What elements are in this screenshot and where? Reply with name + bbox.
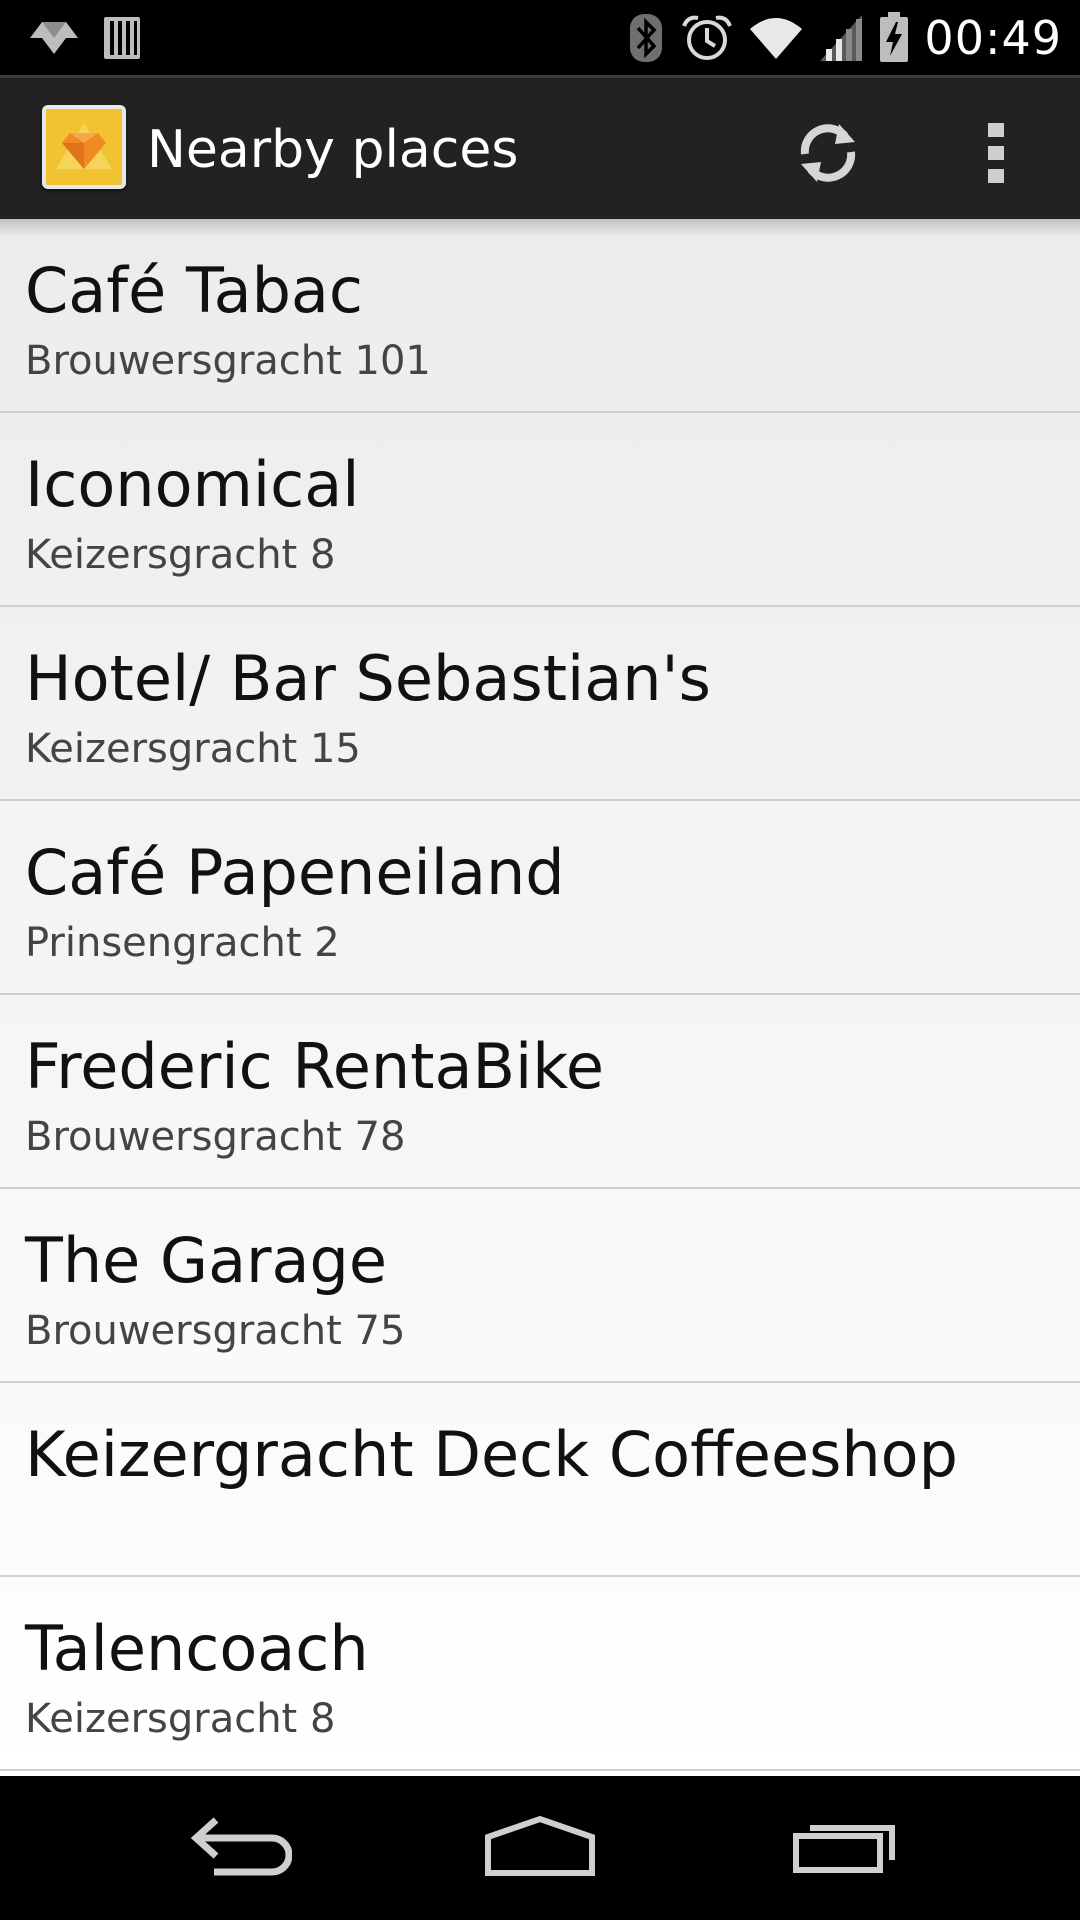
place-address: Keizersgracht 15	[25, 726, 361, 772]
status-time: 00:49	[924, 11, 1062, 65]
page-title: Nearby places	[147, 120, 519, 180]
list-item[interactable]: Hotel/ Bar Sebastian's Keizersgracht 15	[0, 607, 1080, 801]
place-address: Keizersgracht 8	[25, 532, 336, 578]
recent-apps-button[interactable]	[775, 1806, 915, 1890]
action-bar: Nearby places	[0, 75, 1080, 219]
home-icon	[484, 1815, 596, 1881]
sim-card-icon	[102, 15, 142, 61]
place-address: Brouwersgracht 78	[25, 1114, 406, 1160]
status-bar: 00:49	[0, 0, 1080, 75]
signal-icon	[818, 13, 864, 63]
home-button[interactable]	[470, 1806, 610, 1890]
back-button[interactable]	[170, 1806, 310, 1890]
refresh-icon	[793, 118, 863, 192]
bluetooth-icon	[626, 12, 666, 64]
wifi-icon	[748, 15, 804, 61]
place-name: Keizergracht Deck Coffeeshop	[25, 1418, 958, 1491]
notification-icon	[28, 18, 80, 58]
place-address: Brouwersgracht 75	[25, 1308, 406, 1354]
place-name: Café Papeneiland	[25, 836, 565, 909]
places-list: Café Tabac Brouwersgracht 101 Iconomical…	[0, 219, 1080, 1776]
place-address: Keizersgracht 8	[25, 1696, 336, 1742]
app-logo-icon[interactable]	[42, 105, 126, 189]
list-item[interactable]: Iconomical Keizersgracht 8	[0, 413, 1080, 607]
back-icon	[188, 1816, 293, 1880]
recent-apps-icon	[792, 1818, 898, 1878]
place-name: Frederic RentaBike	[25, 1030, 605, 1103]
place-address: Prinsengracht 2	[25, 920, 340, 966]
overflow-menu-button[interactable]	[972, 113, 1020, 197]
place-name: Talencoach	[25, 1612, 369, 1685]
place-name: Hotel/ Bar Sebastian's	[25, 642, 711, 715]
list-item[interactable]: Café Tabac Brouwersgracht 101	[0, 219, 1080, 413]
refresh-button[interactable]	[786, 113, 870, 197]
place-address: Brouwersgracht 101	[25, 338, 431, 384]
list-item[interactable]: Talencoach Keizersgracht 8	[0, 1577, 1080, 1771]
overflow-menu-icon	[986, 121, 1006, 189]
status-bar-left	[28, 14, 142, 62]
alarm-icon	[680, 12, 734, 64]
place-name: Iconomical	[25, 448, 360, 521]
list-item[interactable]: Keizergracht Deck Coffeeshop	[0, 1383, 1080, 1577]
navigation-bar	[0, 1776, 1080, 1920]
list-item[interactable]: Frederic RentaBike Brouwersgracht 78	[0, 995, 1080, 1189]
battery-charging-icon	[878, 12, 910, 64]
place-name: Café Tabac	[25, 254, 364, 327]
list-item[interactable]: Café Papeneiland Prinsengracht 2	[0, 801, 1080, 995]
place-name: The Garage	[25, 1224, 388, 1297]
list-item[interactable]: The Garage Brouwersgracht 75	[0, 1189, 1080, 1383]
status-bar-right: 00:49	[626, 8, 1062, 68]
